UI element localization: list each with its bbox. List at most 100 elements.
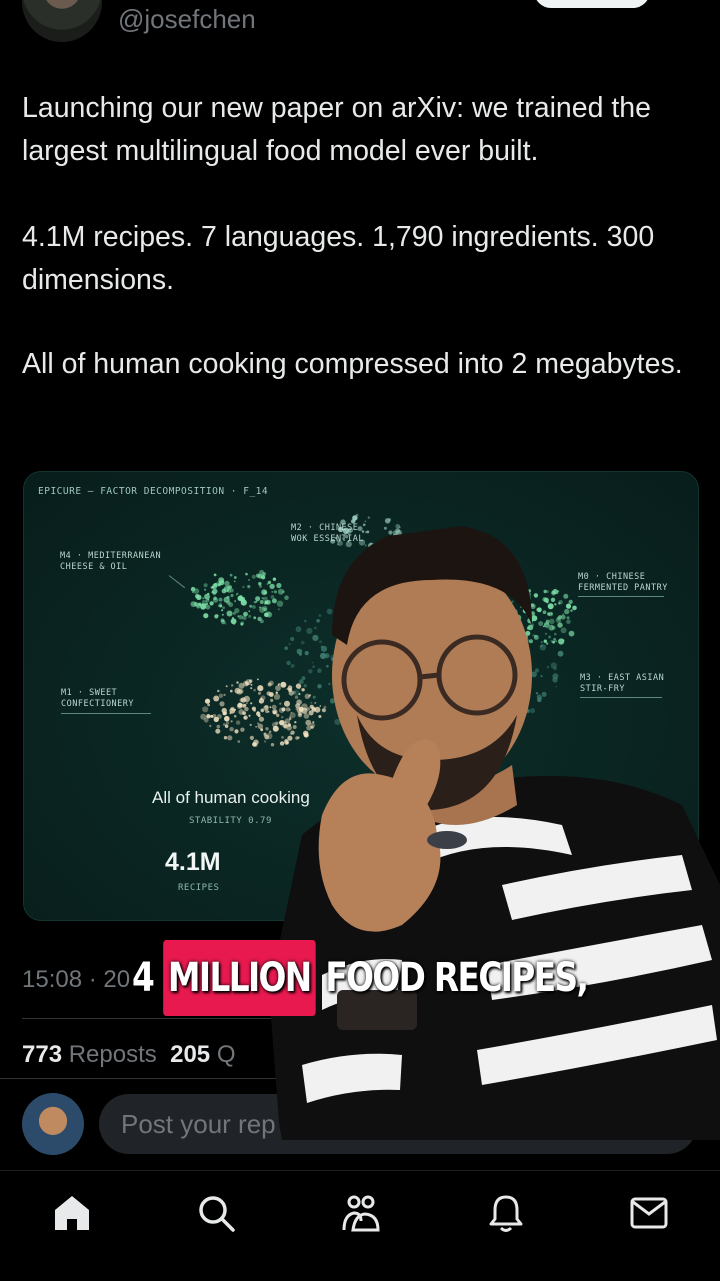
- embedding-dot: [236, 681, 239, 684]
- embedding-dot: [276, 582, 282, 589]
- embedding-dot: [230, 689, 233, 693]
- embedding-dot: [195, 594, 200, 599]
- embedding-dot: [261, 589, 267, 596]
- embedding-dot: [266, 691, 271, 696]
- embedding-dot: [200, 604, 206, 610]
- embedding-dot: [192, 591, 195, 594]
- embedding-dot: [249, 735, 254, 740]
- user-avatar[interactable]: [22, 1093, 84, 1155]
- reposts-label[interactable]: Reposts: [69, 1041, 157, 1068]
- embedding-dot: [364, 520, 367, 523]
- messages-icon[interactable]: [629, 1193, 669, 1233]
- embedding-dot: [225, 721, 230, 725]
- embedding-dot: [366, 530, 370, 534]
- embedding-dot: [206, 598, 210, 603]
- embedding-dot: [294, 695, 299, 699]
- embedding-dot: [262, 605, 268, 611]
- presenter-video-overlay: [262, 505, 720, 1140]
- embedding-dot: [202, 597, 205, 600]
- card-heading: EPICURE — FACTOR DECOMPOSITION · F_14: [38, 486, 269, 497]
- embedding-dot: [290, 664, 295, 668]
- subtitle-rest: FOOD RECIPES,: [325, 955, 589, 1001]
- embedding-dot: [249, 723, 252, 726]
- embedding-dot: [245, 572, 248, 576]
- embedding-dot: [276, 713, 280, 717]
- embedding-dot: [265, 709, 269, 714]
- embedding-dot: [234, 729, 239, 734]
- embedding-dot: [202, 706, 209, 713]
- notifications-icon[interactable]: [486, 1193, 526, 1233]
- embedding-dot: [289, 732, 292, 735]
- embedding-dot: [285, 707, 291, 712]
- embedding-dot: [194, 603, 199, 607]
- embedding-dot: [231, 617, 234, 620]
- embedding-dot: [294, 721, 297, 724]
- embedding-dot: [252, 605, 256, 609]
- embedding-dot: [229, 573, 233, 577]
- embedding-dot: [273, 590, 277, 594]
- embedding-dot: [275, 691, 278, 694]
- embedding-dot: [281, 736, 284, 739]
- quotes-count[interactable]: 205: [170, 1041, 210, 1068]
- embedding-dot: [255, 726, 257, 728]
- embedding-dot: [288, 688, 292, 692]
- embedding-dot: [236, 592, 239, 595]
- video-subtitle: 4 MILLION FOOD RECIPES,: [132, 940, 589, 1016]
- embedding-dot: [240, 727, 245, 732]
- embedding-dot: [205, 604, 211, 610]
- embedding-dot: [217, 689, 220, 693]
- embedding-dot: [226, 610, 233, 617]
- embedding-dot: [284, 595, 289, 600]
- embedding-dot: [312, 634, 319, 641]
- embedding-dot: [229, 727, 234, 732]
- embedding-dot: [270, 743, 275, 747]
- embedding-dot: [282, 590, 285, 593]
- embedding-dot: [300, 640, 305, 645]
- reposts-count[interactable]: 773: [22, 1041, 62, 1068]
- embedding-dot: [262, 572, 266, 576]
- embedding-dot: [275, 721, 279, 725]
- quotes-label[interactable]: Q: [217, 1041, 236, 1068]
- embedding-dot: [257, 685, 264, 692]
- recipes-label: RECIPES: [178, 883, 220, 893]
- embedding-dot: [263, 596, 268, 602]
- embedding-dot: [258, 582, 262, 586]
- embedding-dot: [239, 595, 243, 599]
- embedding-dot: [384, 518, 391, 524]
- embedding-dot: [230, 618, 237, 625]
- embedding-dot: [259, 701, 262, 704]
- embedding-dot: [234, 600, 237, 602]
- home-icon[interactable]: [52, 1193, 92, 1233]
- search-icon[interactable]: [196, 1193, 236, 1233]
- embedding-dot: [248, 579, 250, 581]
- stability-value: STABILITY 0.79: [189, 816, 272, 826]
- embedding-dot: [214, 614, 219, 619]
- embedding-dot: [209, 724, 212, 728]
- embedding-dot: [203, 613, 209, 619]
- embedding-dot: [247, 585, 251, 589]
- embedding-dot: [367, 516, 370, 519]
- author-handle[interactable]: @josefchen: [118, 4, 256, 35]
- embedding-dot: [271, 598, 277, 604]
- embedding-dot: [257, 691, 262, 695]
- author-avatar[interactable]: [22, 0, 102, 42]
- embedding-dot: [225, 623, 227, 625]
- embedding-dot: [223, 711, 228, 715]
- embedding-dot: [272, 577, 277, 581]
- embedding-dot: [233, 714, 237, 718]
- embedding-dot: [253, 616, 257, 620]
- embedding-dot: [268, 730, 272, 734]
- follow-button[interactable]: [534, 0, 650, 8]
- embedding-dot: [269, 583, 275, 590]
- embedding-dot: [260, 695, 266, 701]
- embedding-dot: [213, 573, 217, 577]
- recipes-count: 4.1M: [165, 848, 221, 876]
- embedding-dot: [303, 684, 307, 688]
- tweet-timestamp[interactable]: 15:08 · 20: [22, 966, 130, 994]
- embedding-dot: [223, 586, 230, 593]
- engagement-stats: 773 Reposts 205 Q: [22, 1041, 236, 1069]
- cluster-label-m1: M1 · SWEET CONFECTIONERY: [61, 688, 135, 709]
- embedding-dot: [298, 679, 304, 685]
- embedding-dot: [218, 693, 224, 698]
- communities-icon[interactable]: [341, 1193, 381, 1233]
